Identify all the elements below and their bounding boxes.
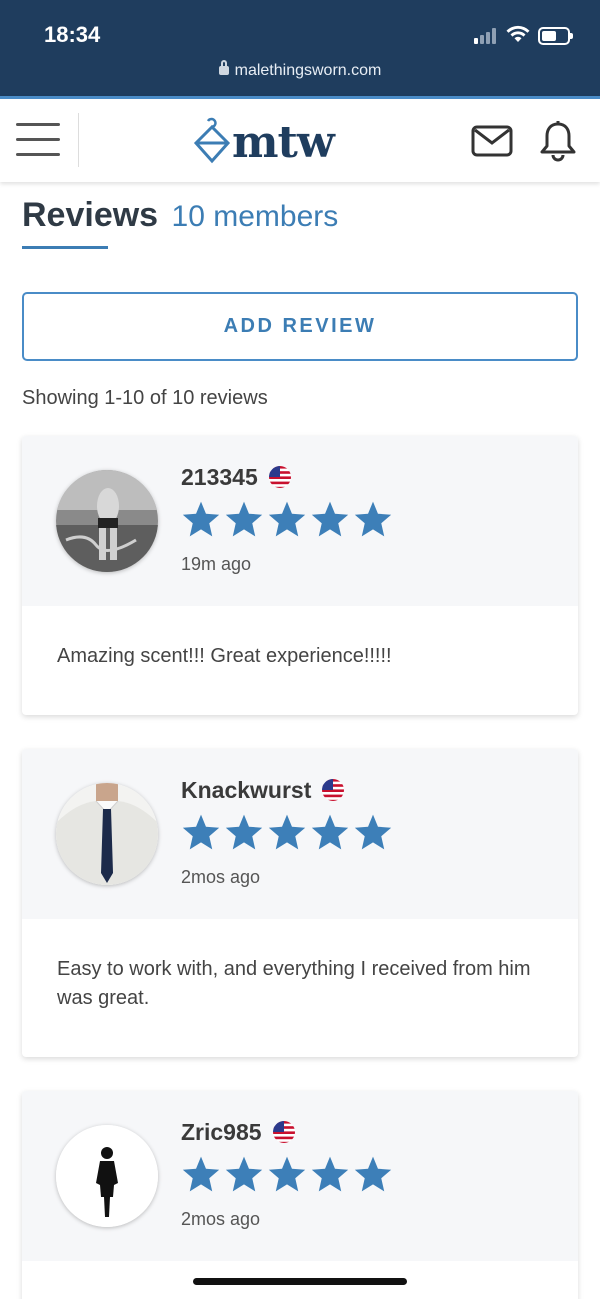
review-header: Zric985 2mos ago	[22, 1091, 578, 1261]
person-silhouette-icon	[56, 1125, 158, 1227]
members-count[interactable]: 10 members	[172, 200, 339, 233]
review-header: Knackwurst 2mos ago	[22, 749, 578, 919]
star-icon	[268, 814, 306, 850]
avatar[interactable]	[56, 1125, 158, 1227]
star-icon	[354, 814, 392, 850]
avatar[interactable]	[56, 470, 158, 572]
logo-text: mtw	[232, 117, 335, 168]
lock-icon	[218, 60, 229, 75]
us-flag-icon	[272, 1120, 295, 1143]
header-divider	[78, 113, 79, 167]
status-time: 18:34	[44, 22, 101, 47]
cellular-signal-icon	[474, 28, 500, 44]
star-icon	[311, 1156, 349, 1192]
star-rating	[181, 813, 393, 851]
bell-icon[interactable]	[539, 120, 577, 162]
us-flag-icon	[322, 778, 345, 801]
star-icon	[311, 814, 349, 850]
review-text: Easy to work with, and everything I rece…	[57, 958, 531, 1009]
star-icon	[354, 1156, 392, 1192]
reviewer-name[interactable]: Knackwurst	[181, 777, 345, 804]
star-rating	[181, 500, 393, 538]
review-time: 2mos ago	[181, 1209, 261, 1229]
review-time: 2mos ago	[181, 867, 261, 887]
reviewer-username[interactable]: Zric985	[181, 1119, 262, 1145]
star-icon	[182, 1156, 220, 1192]
add-review-button[interactable]: ADD REVIEW	[22, 292, 578, 361]
reviewer-name[interactable]: 213345	[181, 464, 292, 491]
us-flag-icon	[268, 465, 291, 488]
title-underline	[22, 246, 108, 249]
star-rating	[181, 1155, 393, 1193]
review-card: Knackwurst 2mos ago Easy to work with, a…	[22, 749, 578, 1057]
star-icon	[354, 501, 392, 537]
status-bar: 18:34 malethingsworn.com	[0, 0, 600, 96]
url-text: malethingsworn.com	[234, 62, 382, 79]
review-text: Amazing scent!!! Great experience!!!!!	[57, 645, 392, 667]
review-card: Zric985 2mos ago	[22, 1091, 578, 1299]
star-icon	[311, 501, 349, 537]
address-bar[interactable]: malethingsworn.com	[0, 60, 600, 80]
battery-icon	[538, 27, 573, 45]
mail-icon[interactable]	[471, 125, 513, 157]
avatar[interactable]	[56, 783, 158, 885]
star-icon	[225, 1156, 263, 1192]
results-count: Showing 1-10 of 10 reviews	[22, 387, 268, 409]
page-title-text: Reviews	[22, 196, 159, 234]
reviewer-username[interactable]: 213345	[181, 464, 258, 490]
reviewer-name[interactable]: Zric985	[181, 1119, 296, 1146]
review-header: 213345 19m ago	[22, 436, 578, 606]
hanger-logo-icon	[193, 117, 231, 164]
star-icon	[225, 814, 263, 850]
site-header: mtw	[0, 96, 600, 182]
wifi-icon	[506, 25, 530, 42]
reviewer-username[interactable]: Knackwurst	[181, 777, 311, 803]
home-indicator[interactable]	[193, 1278, 407, 1285]
star-icon	[182, 501, 220, 537]
star-icon	[268, 1156, 306, 1192]
hamburger-menu-icon[interactable]	[16, 123, 60, 157]
star-icon	[225, 501, 263, 537]
page-title: Reviews 10 members	[22, 196, 338, 235]
review-time: 19m ago	[181, 554, 252, 574]
review-card: 213345 19m ago Amazing scent!!! Great ex…	[22, 436, 578, 715]
star-icon	[182, 814, 220, 850]
star-icon	[268, 501, 306, 537]
